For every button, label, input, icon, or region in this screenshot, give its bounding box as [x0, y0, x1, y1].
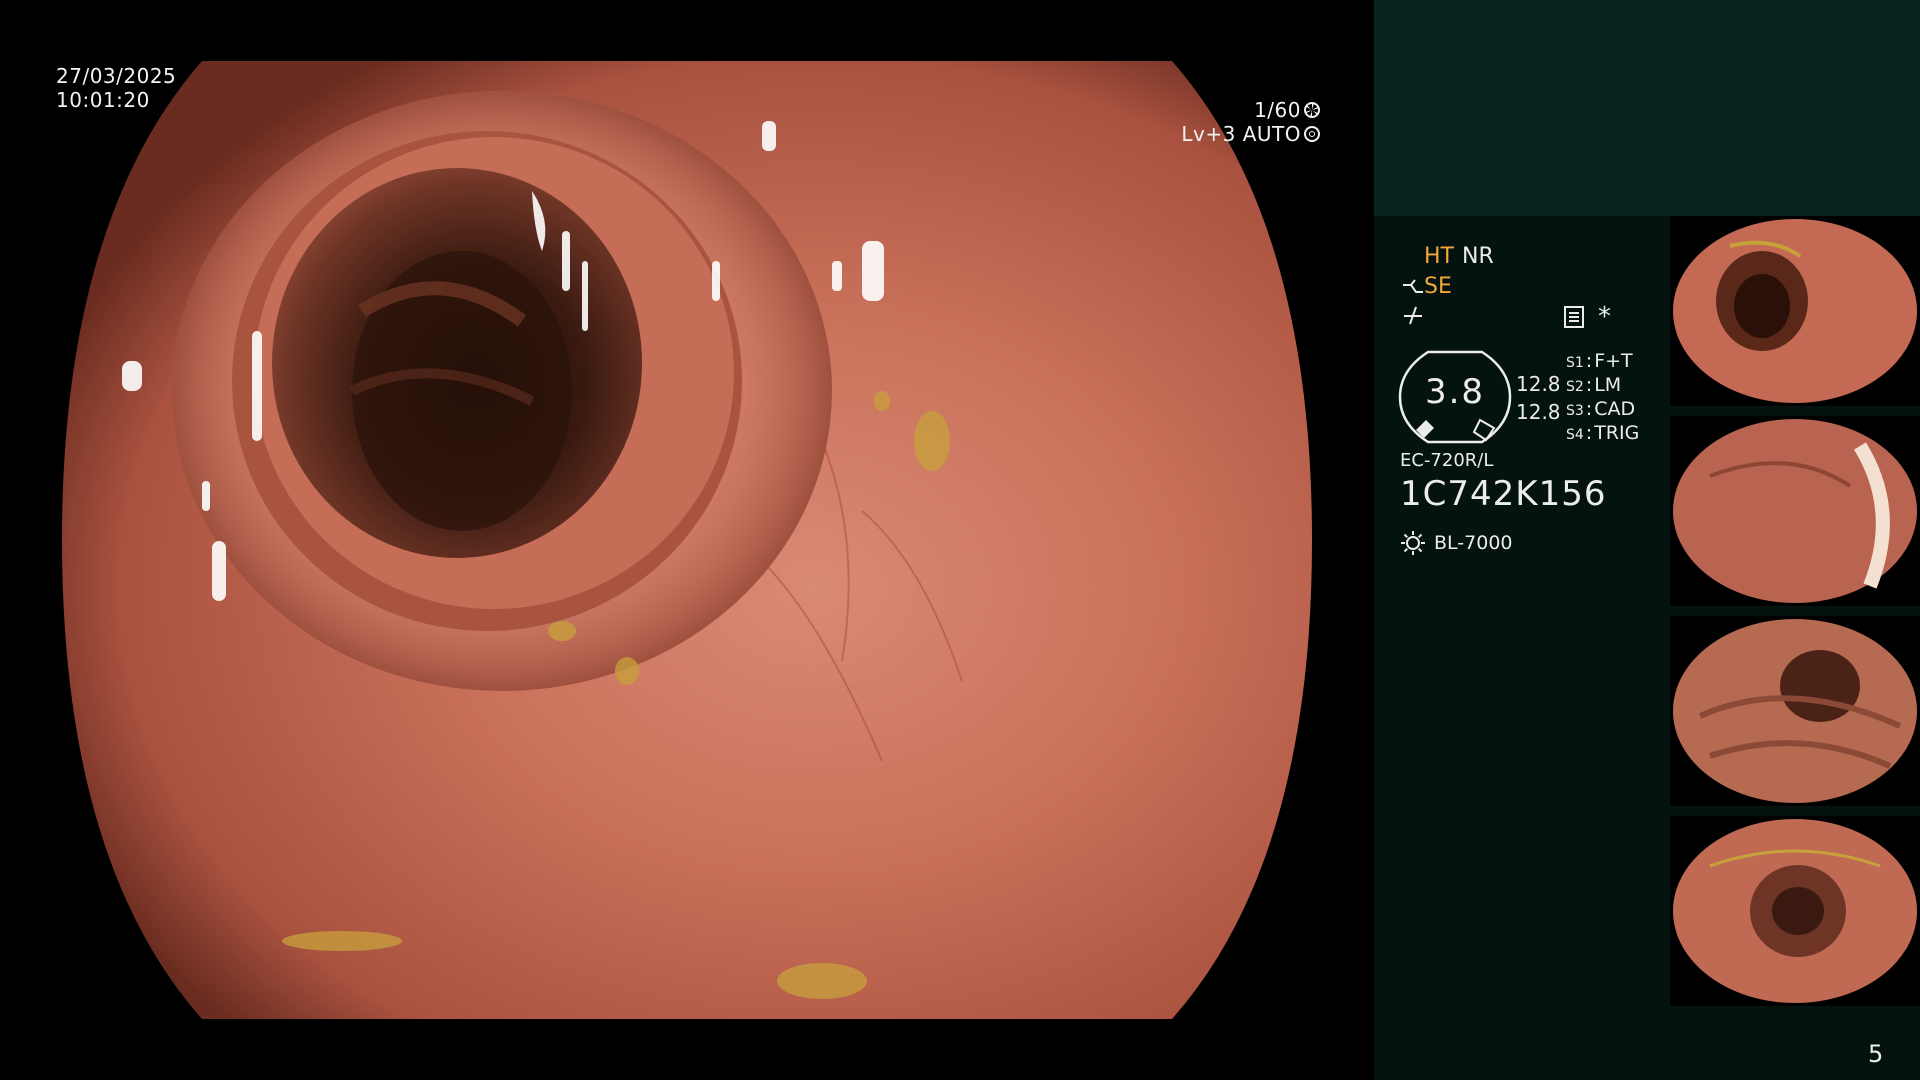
- time-text: 10:01:20: [56, 88, 150, 112]
- setting-value: F+T: [1594, 350, 1633, 372]
- setting-key: S4: [1566, 427, 1584, 443]
- gauge-side-value-1: 12.8: [1516, 372, 1561, 396]
- thumbnail-3[interactable]: [1670, 616, 1920, 806]
- timestamp: 27/03/2025 10:01:20: [56, 64, 176, 112]
- filter-menu-icon: [1564, 306, 1584, 328]
- setting-key: S2: [1566, 379, 1584, 395]
- thumbnail-1[interactable]: [1670, 216, 1920, 406]
- endoscopy-screen: 27/03/2025 10:01:20 1/60 Lv+3 AUTO HT NR …: [0, 0, 1920, 1080]
- asterisk-indicator: *: [1598, 302, 1611, 332]
- setting-value: TRIG: [1594, 422, 1640, 444]
- setting-s1: S1: F+T: [1566, 350, 1633, 372]
- setting-s4: S4: TRIG: [1566, 422, 1640, 444]
- setting-value: CAD: [1594, 398, 1636, 420]
- mode-nr: NR: [1461, 244, 1494, 269]
- setting-key: S3: [1566, 403, 1584, 419]
- gauge-side-value-2: 12.8: [1516, 400, 1561, 424]
- setting-value: LM: [1594, 374, 1622, 396]
- exposure-info: 1/60 Lv+3 AUTO: [1181, 98, 1320, 146]
- shutter-icon: [1304, 102, 1320, 118]
- setting-s3: S3: CAD: [1566, 398, 1636, 420]
- light-source-text: BL-7000: [1434, 532, 1513, 554]
- setting-key: S1: [1566, 355, 1584, 371]
- shutter-speed: 1/60: [1254, 98, 1301, 122]
- mode-ht: HT: [1424, 244, 1454, 269]
- structure-enhance-icon: [1403, 278, 1423, 293]
- structure-enhance-line: SE: [1402, 274, 1452, 299]
- thumbnail-2[interactable]: [1670, 416, 1920, 606]
- thumbnail-4[interactable]: [1670, 816, 1920, 1006]
- level-mode: Lv+3 AUTO: [1181, 122, 1301, 146]
- panel-top: [1374, 0, 1920, 216]
- color-mode-icon: [1402, 304, 1424, 332]
- setting-s2: S2: LM: [1566, 374, 1622, 396]
- gauge-value: 3.8: [1424, 372, 1486, 412]
- sun-icon: [1401, 531, 1425, 555]
- date-text: 27/03/2025: [56, 64, 177, 88]
- scope-model: EC-720R/L: [1400, 450, 1494, 471]
- scope-serial: 1C742K156: [1400, 474, 1607, 514]
- light-source-row: BL-7000: [1400, 530, 1513, 556]
- iris-icon: [1304, 126, 1320, 142]
- page-number: 5: [1868, 1040, 1884, 1068]
- endoscopy-main-image: [62, 61, 1312, 1019]
- image-mode-line: HT NR: [1424, 244, 1494, 269]
- mode-se: SE: [1424, 274, 1452, 299]
